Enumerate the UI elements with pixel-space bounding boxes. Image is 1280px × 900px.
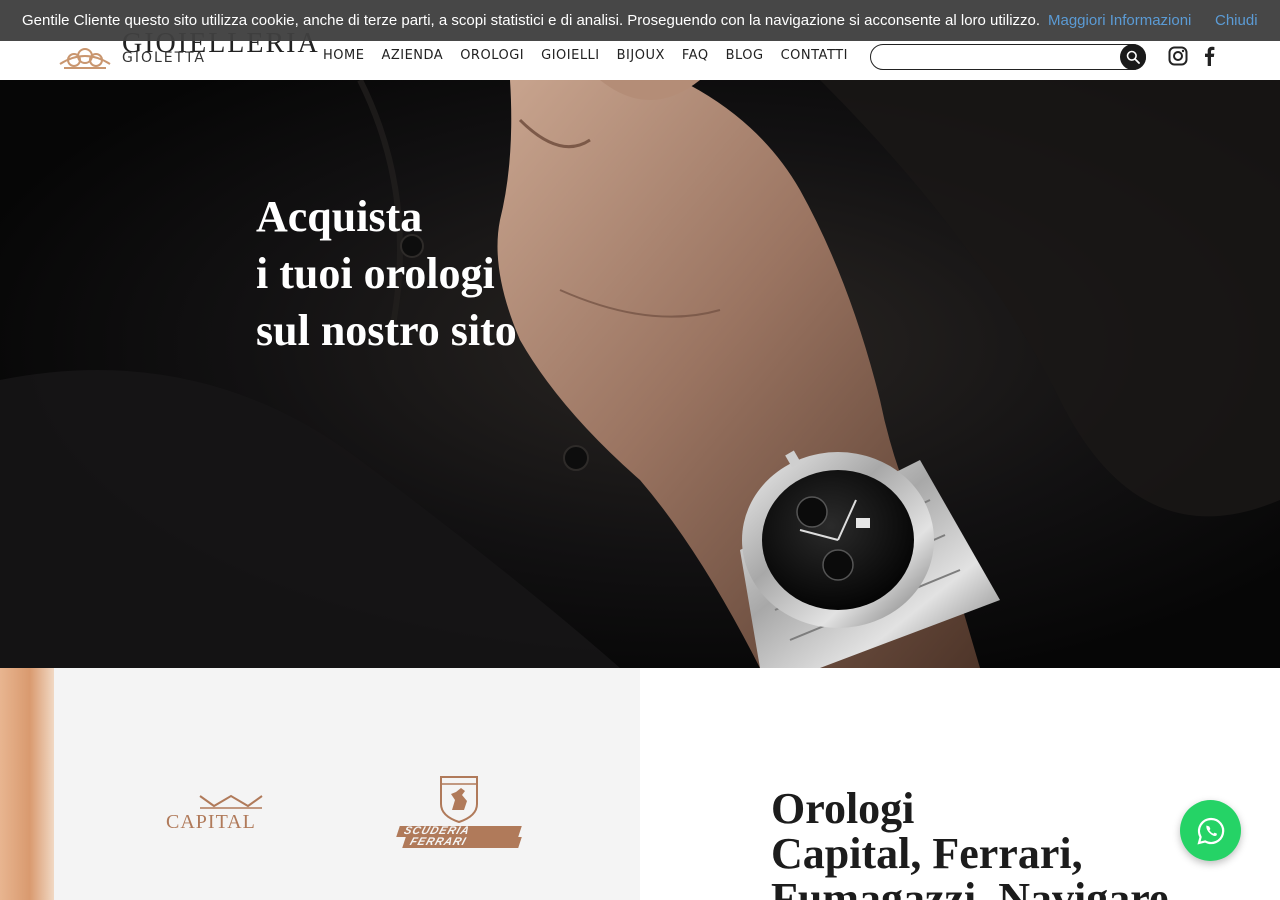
capital-wordmark: CAPITAL	[166, 811, 256, 833]
ferrari-line-2: FERRARI	[402, 836, 522, 848]
main-nav: HOME AZIENDA OROLOGI GIOIELLI BIJOUX FAQ…	[323, 48, 848, 63]
instagram-icon	[1168, 46, 1188, 66]
nav-home[interactable]: HOME	[323, 48, 364, 63]
section-title-line-1: Orologi	[771, 784, 915, 833]
cookie-message: Gentile Cliente questo sito utilizza coo…	[22, 12, 1041, 29]
nav-azienda[interactable]: AZIENDA	[381, 48, 443, 63]
whatsapp-icon	[1196, 817, 1224, 845]
section-title-line-3: Fumagazzi, Navigare	[771, 874, 1169, 900]
facebook-link[interactable]	[1203, 46, 1215, 71]
cookie-close-button[interactable]: Chiudi	[1215, 12, 1258, 29]
nav-contatti[interactable]: CONTATTI	[781, 48, 848, 63]
section-title: Orologi Capital, Ferrari, Fumagazzi, Nav…	[771, 786, 1169, 900]
ferrari-brand-logo[interactable]: SCUDERIA FERRARI	[392, 774, 524, 852]
facebook-icon	[1205, 46, 1215, 66]
hero-banner: Acquista i tuoi orologi sul nostro sito	[0, 80, 1280, 668]
cookie-more-info-link[interactable]: Maggiori Informazioni	[1048, 12, 1191, 29]
nav-orologi[interactable]: OROLOGI	[460, 48, 524, 63]
section-title-line-2: Capital, Ferrari,	[771, 829, 1083, 878]
search-icon	[1126, 50, 1140, 64]
brands-panel	[0, 668, 640, 900]
nav-faq[interactable]: FAQ	[682, 48, 709, 63]
ferrari-wordmark: SCUDERIA FERRARI	[396, 825, 522, 848]
prancing-horse-shield-icon	[440, 776, 478, 824]
hero-watch-image	[0, 80, 1280, 668]
copper-decoration	[0, 668, 54, 900]
search-button[interactable]	[1120, 44, 1146, 70]
logo-subtitle: GIOLETTA	[122, 50, 206, 66]
intro-panel: Orologi Capital, Ferrari, Fumagazzi, Nav…	[640, 668, 1280, 900]
hero-line-2: i tuoi orologi	[256, 249, 495, 298]
nav-blog[interactable]: BLOG	[726, 48, 764, 63]
hero-title: Acquista i tuoi orologi sul nostro sito	[256, 188, 517, 359]
whatsapp-button[interactable]	[1180, 800, 1241, 861]
crown-outline-icon	[199, 794, 263, 809]
capital-brand-logo[interactable]: CAPITAL	[166, 794, 296, 834]
instagram-link[interactable]	[1168, 46, 1188, 71]
hero-line-1: Acquista	[256, 192, 423, 241]
cookie-banner: Gentile Cliente questo sito utilizza coo…	[0, 0, 1280, 41]
nav-gioielli[interactable]: GIOIELLI	[541, 48, 600, 63]
search-box	[870, 44, 1146, 70]
search-input[interactable]	[883, 48, 1113, 66]
nav-bijoux[interactable]: BIJOUX	[617, 48, 665, 63]
hero-line-3: sul nostro sito	[256, 306, 517, 355]
